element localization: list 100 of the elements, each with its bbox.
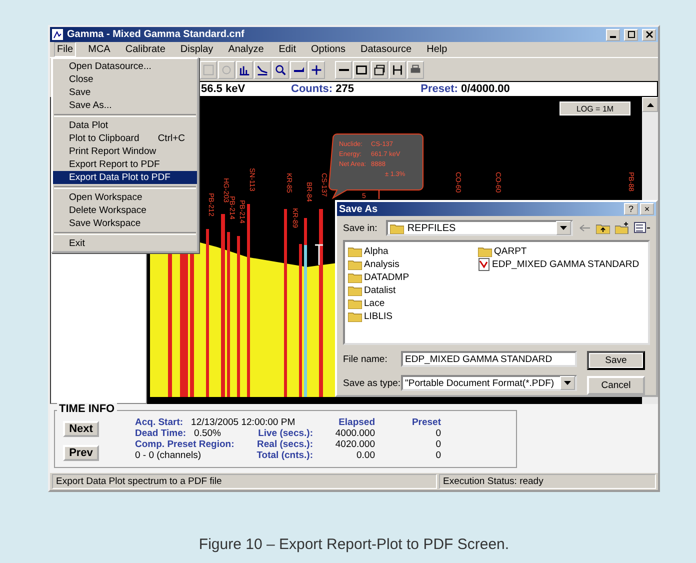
up-arrow-icon bbox=[646, 102, 654, 107]
scale-button[interactable]: LOG = 1M bbox=[560, 102, 630, 116]
menu-entry[interactable]: Save As... bbox=[53, 99, 197, 112]
window-title: Gamma - Mixed Gamma Standard.cnf bbox=[67, 29, 246, 40]
counter-label: Live (secs.): bbox=[257, 428, 313, 440]
table-cell-text: 0 bbox=[434, 439, 441, 450]
table-cell-text: 0.00 bbox=[356, 450, 375, 462]
menu-item[interactable]: MCA bbox=[85, 42, 114, 58]
minimize-icon bbox=[610, 36, 616, 38]
menu-item[interactable]: File bbox=[54, 42, 76, 58]
list-entry[interactable]: LIBLIS bbox=[348, 310, 478, 324]
maximize-icon bbox=[628, 30, 634, 38]
preset-label: Preset: bbox=[420, 83, 458, 96]
folder-icon bbox=[348, 259, 362, 270]
menu-item[interactable]: Edit bbox=[276, 42, 299, 58]
folder-icon bbox=[348, 285, 362, 296]
table-cell-text: 4000.000 bbox=[334, 428, 375, 440]
menu-entry[interactable]: Data Plot bbox=[53, 119, 197, 132]
toolbar-button[interactable] bbox=[335, 60, 352, 79]
toolbar-button[interactable] bbox=[254, 60, 271, 79]
nav-button[interactable]: Next bbox=[63, 421, 99, 438]
menu-entry[interactable]: Print Report Window bbox=[53, 145, 197, 158]
menu-entry[interactable]: Export Report to PDF bbox=[53, 158, 197, 171]
new-folder-icon[interactable] bbox=[615, 222, 629, 234]
list-entry[interactable]: Alpha bbox=[348, 245, 478, 258]
energy-readout: 56.5 keV bbox=[200, 83, 246, 96]
pdf-file-icon bbox=[478, 258, 490, 272]
group-title: TIME INFO bbox=[57, 403, 117, 416]
menu-entry[interactable]: Exit bbox=[53, 237, 197, 250]
close-button[interactable] bbox=[642, 28, 656, 41]
app-icon bbox=[52, 29, 63, 40]
toolbar-button[interactable] bbox=[407, 60, 424, 79]
menu-item[interactable]: Options bbox=[308, 42, 348, 58]
file-name-field[interactable]: EDP_MIXED GAMMA STANDARD bbox=[401, 351, 577, 367]
caret-icon bbox=[564, 381, 571, 385]
close-button[interactable]: × bbox=[640, 203, 654, 216]
counter-label: Real (secs.): bbox=[256, 439, 313, 450]
menu-item[interactable]: Help bbox=[424, 42, 450, 58]
folder-icon bbox=[348, 298, 362, 310]
list-entry[interactable]: Datalist bbox=[348, 284, 478, 298]
folder-dropdown[interactable]: REPFILES bbox=[386, 220, 573, 236]
toolbar-button[interactable] bbox=[272, 60, 289, 79]
field-label: File name: bbox=[343, 354, 388, 364]
list-entry[interactable]: QARPT bbox=[478, 245, 645, 258]
execution-status: Execution Status: ready bbox=[439, 474, 656, 490]
menu-entry[interactable]: Plot to Clipboard Ctrl+C bbox=[53, 132, 197, 145]
minimize-icon bbox=[338, 68, 348, 71]
up-folder-icon[interactable] bbox=[596, 222, 610, 234]
menu-item[interactable]: Calibrate bbox=[122, 42, 168, 58]
preset-value: 0/4000.00 bbox=[460, 83, 510, 96]
toolbar-button[interactable] bbox=[371, 60, 388, 79]
cursor-line bbox=[378, 190, 380, 200]
menu-entry[interactable]: Open Workspace bbox=[53, 191, 197, 204]
folder-icon bbox=[390, 222, 404, 234]
figure-caption: Figure 10 – Export Report-Plot to PDF Screen. bbox=[198, 536, 510, 553]
column-header: Preset bbox=[410, 417, 441, 428]
scroll-up-button[interactable] bbox=[642, 97, 658, 112]
folder-icon bbox=[478, 246, 492, 258]
field-label: Comp. Preset Region: bbox=[135, 439, 234, 450]
toolbar-button[interactable] bbox=[353, 60, 370, 79]
toolbar-button[interactable] bbox=[290, 60, 307, 79]
save-button[interactable]: Save bbox=[587, 351, 645, 370]
view-menu-icon[interactable] bbox=[634, 222, 650, 234]
folder-icon bbox=[348, 246, 362, 258]
counts-label: Counts: bbox=[291, 83, 333, 96]
list-entry[interactable]: Lace bbox=[348, 297, 478, 310]
menu-entry[interactable]: Close bbox=[53, 73, 197, 86]
file-type-dropdown[interactable]: "Portable Document Format(*.PDF) bbox=[401, 375, 577, 391]
toolbar-button[interactable] bbox=[308, 60, 325, 79]
table-cell-text: 0 bbox=[434, 450, 441, 462]
dialog-title: Save As bbox=[339, 204, 379, 215]
field-label: Acq. Start: bbox=[135, 417, 184, 428]
menu-entry[interactable]: Save bbox=[53, 86, 197, 99]
field-label: Dead Time: bbox=[135, 428, 186, 440]
field-value: 12/13/2005 12:00:00 PM bbox=[191, 417, 296, 428]
help-button[interactable]: ? bbox=[624, 203, 638, 216]
folder-icon bbox=[348, 272, 362, 284]
menu-item[interactable]: Datasource bbox=[357, 42, 415, 58]
menu-entry[interactable]: Export Data Plot to PDF bbox=[53, 171, 197, 184]
list-entry[interactable]: Analysis bbox=[348, 258, 478, 272]
toolbar-button[interactable] bbox=[236, 60, 253, 79]
field-label: Save as type: bbox=[343, 378, 401, 388]
field-value: 0.50% bbox=[194, 428, 221, 440]
nav-button[interactable]: Prev bbox=[63, 445, 99, 462]
minimize-button[interactable] bbox=[606, 28, 620, 41]
menu-item[interactable]: Analyze bbox=[225, 42, 267, 58]
field-label: Save in: bbox=[343, 222, 378, 234]
counter-label: Total (cnts.): bbox=[256, 450, 313, 462]
maximize-button[interactable] bbox=[624, 28, 638, 41]
table-cell-text: 0 bbox=[434, 428, 441, 440]
cancel-button[interactable]: Cancel bbox=[587, 376, 645, 395]
menu-entry[interactable]: Delete Workspace bbox=[53, 204, 197, 217]
counts-value: 275 bbox=[336, 83, 355, 96]
menu-entry[interactable]: Open Datasource... bbox=[53, 60, 197, 73]
list-entry[interactable]: DATADMP bbox=[348, 271, 478, 284]
column-header: Elapsed bbox=[338, 417, 375, 428]
menu-entry[interactable]: Save Workspace bbox=[53, 217, 197, 230]
menu-item[interactable]: Display bbox=[177, 42, 216, 58]
list-entry[interactable]: EDP_MIXED GAMMA STANDARD bbox=[478, 258, 645, 272]
table-cell-text: 4020.000 bbox=[334, 439, 375, 450]
